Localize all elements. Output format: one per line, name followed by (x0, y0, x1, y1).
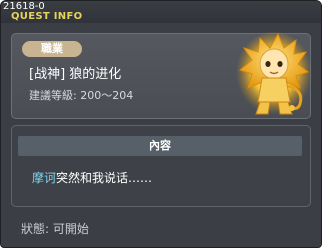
quest-dialogue: 摩诃突然和我说话…… (32, 170, 152, 186)
quest-content-panel: 內容 摩诃突然和我说话…… (11, 125, 311, 207)
quest-status: 狀態: 可開始 (21, 222, 89, 236)
level-requirement: 建議等級: 200～204 (29, 89, 134, 102)
quest-info-window: 21618-0 QUEST INFO 職業 [战神] 狼的进化 建議等級: 20… (0, 0, 322, 248)
npc-name-link[interactable]: 摩诃 (32, 171, 56, 185)
quest-summary-panel: 職業 [战神] 狼的进化 建議等級: 200～204 (11, 32, 312, 119)
title-bar[interactable]: 21618-0 QUEST INFO (1, 1, 321, 23)
content-header: 內容 (18, 136, 302, 156)
job-badge: 職業 (22, 41, 82, 57)
window-title: QUEST INFO (11, 11, 83, 22)
dialogue-text: 突然和我说话…… (56, 171, 153, 185)
quest-name: [战神] 狼的进化 (29, 67, 122, 82)
lion-warrior-npc-icon (236, 32, 312, 116)
